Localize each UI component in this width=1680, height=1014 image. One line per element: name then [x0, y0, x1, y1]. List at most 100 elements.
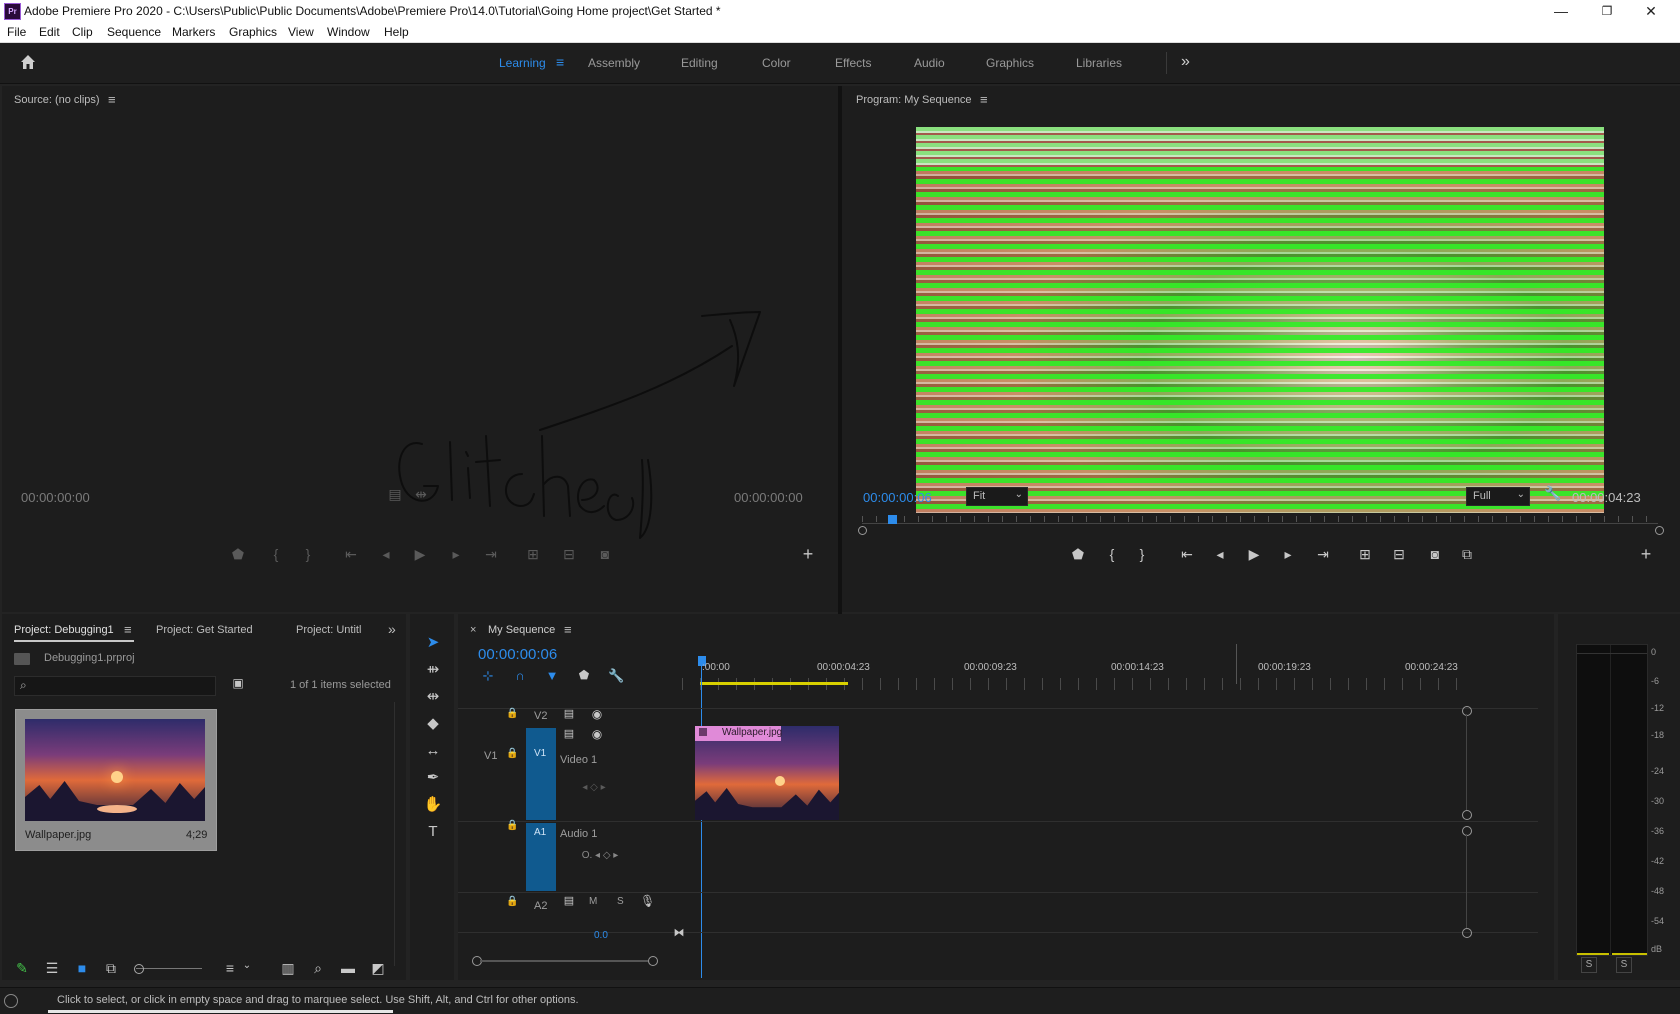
track-target-v1[interactable]: V1	[526, 728, 556, 820]
mark-out-icon[interactable]: }	[300, 546, 316, 562]
solo-left-button[interactable]: S	[1581, 957, 1597, 973]
menu-sequence[interactable]: Sequence	[107, 25, 161, 39]
project-scrollbar[interactable]	[394, 702, 395, 966]
track-target-a1[interactable]: A1	[526, 823, 556, 891]
video-track-name[interactable]: Video 1	[560, 754, 597, 766]
ws-tab-assembly[interactable]: Assembly	[588, 56, 640, 70]
work-area-bar[interactable]	[700, 682, 848, 685]
source-timecode-in[interactable]: 00:00:00:00	[21, 490, 90, 505]
go-to-out-icon[interactable]: ⇥	[1314, 546, 1332, 563]
mark-out-icon[interactable]: }	[1134, 546, 1150, 562]
ws-tab-effects[interactable]: Effects	[835, 56, 871, 70]
horizontal-zoom-handle-right[interactable]	[648, 956, 658, 966]
list-view-icon[interactable]: ☰	[44, 960, 60, 977]
eye-icon[interactable]: ◉	[590, 707, 604, 721]
sync-lock-icon[interactable]: ▤	[562, 894, 576, 907]
go-to-in-icon[interactable]: ⇤	[342, 546, 360, 563]
lock-icon[interactable]: 🔒	[506, 748, 518, 759]
export-frame-icon[interactable]: ◙	[1426, 546, 1444, 562]
pencil-icon[interactable]: ✎	[14, 960, 30, 977]
menu-clip[interactable]: Clip	[72, 25, 93, 39]
menu-graphics[interactable]: Graphics	[229, 25, 277, 39]
lift-icon[interactable]: ⊞	[1356, 546, 1374, 563]
source-panel-title[interactable]: Source: (no clips)	[14, 94, 100, 106]
ws-tab-color[interactable]: Color	[762, 56, 791, 70]
go-to-out-icon[interactable]: ⇥	[482, 546, 500, 563]
vertical-zoom-handle[interactable]	[1462, 928, 1472, 938]
ws-tab-graphics[interactable]: Graphics	[986, 56, 1034, 70]
master-track-icon[interactable]: ⧓	[672, 926, 686, 939]
type-tool-icon[interactable]: T	[420, 821, 446, 843]
program-playhead-timecode[interactable]: 00:00:00:06	[863, 490, 932, 505]
timeline-settings-icon[interactable]: 🔧	[608, 668, 624, 684]
zoom-handle-left[interactable]	[858, 526, 867, 535]
vertical-zoom-handle[interactable]	[1462, 810, 1472, 820]
program-panel-menu-icon[interactable]: ≡	[980, 92, 988, 107]
menu-help[interactable]: Help	[384, 25, 409, 39]
audio-keyframe-nav-icon[interactable]: O. ◂ ◇ ▸	[560, 850, 640, 861]
step-back-icon[interactable]: ◂	[378, 546, 394, 563]
ws-tab-editing[interactable]: Editing	[681, 56, 718, 70]
fit-dropdown[interactable]: Fit ⌄	[966, 487, 1028, 506]
solo-button[interactable]: S	[617, 896, 624, 907]
sync-lock-icon[interactable]: ▤	[562, 727, 576, 740]
project-tab-debugging1[interactable]: Project: Debugging1	[14, 624, 114, 636]
step-forward-icon[interactable]: ▸	[1280, 546, 1296, 563]
project-tabs-overflow-icon[interactable]: »	[388, 621, 396, 637]
ws-tab-audio[interactable]: Audio	[914, 56, 945, 70]
program-video-frame[interactable]	[916, 127, 1604, 513]
play-icon[interactable]: ▶	[412, 546, 428, 563]
workspace-overflow-icon[interactable]: »	[1181, 53, 1190, 71]
new-bin-icon[interactable]: ▬	[340, 960, 356, 976]
close-icon[interactable]: ×	[470, 624, 476, 636]
snap-icon[interactable]: ∩	[512, 668, 528, 683]
new-item-icon[interactable]: ◩	[370, 960, 386, 977]
pen-tool-icon[interactable]: ✒	[420, 767, 446, 789]
source-panel-menu-icon[interactable]: ≡	[108, 92, 116, 107]
zoom-handle-right[interactable]	[1655, 526, 1664, 535]
go-to-in-icon[interactable]: ⇤	[1178, 546, 1196, 563]
track-select-tool-icon[interactable]: ⇻	[420, 659, 446, 681]
program-scrubber-track[interactable]	[862, 523, 1658, 524]
find-icon[interactable]: ⌕	[310, 960, 326, 977]
ws-tab-libraries[interactable]: Libraries	[1076, 56, 1122, 70]
add-marker-icon[interactable]: ⬟	[1070, 546, 1086, 563]
icon-view-icon[interactable]: ■	[74, 960, 90, 976]
step-forward-icon[interactable]: ▸	[448, 546, 464, 563]
program-panel-title[interactable]: Program: My Sequence	[856, 94, 972, 106]
vertical-zoom-handle[interactable]	[1462, 706, 1472, 716]
nest-toggle-icon[interactable]: ⊹	[480, 668, 496, 684]
playback-resolution-dropdown[interactable]: Full ⌄	[1466, 487, 1530, 506]
solo-right-button[interactable]: S	[1616, 957, 1632, 973]
linked-selection-icon[interactable]: ▼	[544, 668, 560, 683]
comparison-view-icon[interactable]: ⧉	[1458, 546, 1476, 563]
project-tab-get-started[interactable]: Project: Get Started	[156, 624, 253, 636]
project-search-input[interactable]: ⌕	[14, 676, 216, 696]
slider-handle[interactable]	[134, 964, 144, 974]
thumbnail-size-slider[interactable]	[136, 968, 202, 969]
track-v2-label[interactable]: V2	[534, 710, 547, 722]
source-patch-v1[interactable]: V1	[484, 750, 497, 762]
ws-tab-learning[interactable]: Learning	[499, 56, 546, 70]
restore-button[interactable]: ❐	[1584, 0, 1630, 22]
mute-button[interactable]: M	[589, 896, 597, 907]
overwrite-icon[interactable]: ⊟	[560, 546, 578, 563]
selection-tool-icon[interactable]: ➤	[420, 632, 446, 654]
menu-markers[interactable]: Markers	[172, 25, 215, 39]
lock-icon[interactable]: 🔒	[506, 820, 518, 831]
lock-icon[interactable]: 🔒	[506, 896, 518, 907]
insert-icon[interactable]: ⊞	[524, 546, 542, 563]
export-frame-icon[interactable]: ◙	[596, 546, 614, 562]
menu-view[interactable]: View	[288, 25, 314, 39]
close-button[interactable]: ✕	[1628, 0, 1674, 22]
vertical-scrollbar[interactable]	[1466, 714, 1467, 810]
play-icon[interactable]: ▶	[1246, 546, 1262, 563]
razor-tool-icon[interactable]: ◆	[420, 713, 446, 735]
media-item-card[interactable]: Wallpaper.jpg 4;29	[15, 709, 217, 851]
new-search-bin-icon[interactable]: ▣	[230, 676, 246, 690]
program-add-button[interactable]: +	[1638, 544, 1654, 565]
chevron-down-icon[interactable]: ⌄	[242, 960, 252, 971]
sequence-tab[interactable]: My Sequence	[488, 624, 555, 636]
timeline-clip[interactable]: Wallpaper.jpg	[695, 726, 839, 820]
minimize-button[interactable]: —	[1538, 0, 1584, 22]
